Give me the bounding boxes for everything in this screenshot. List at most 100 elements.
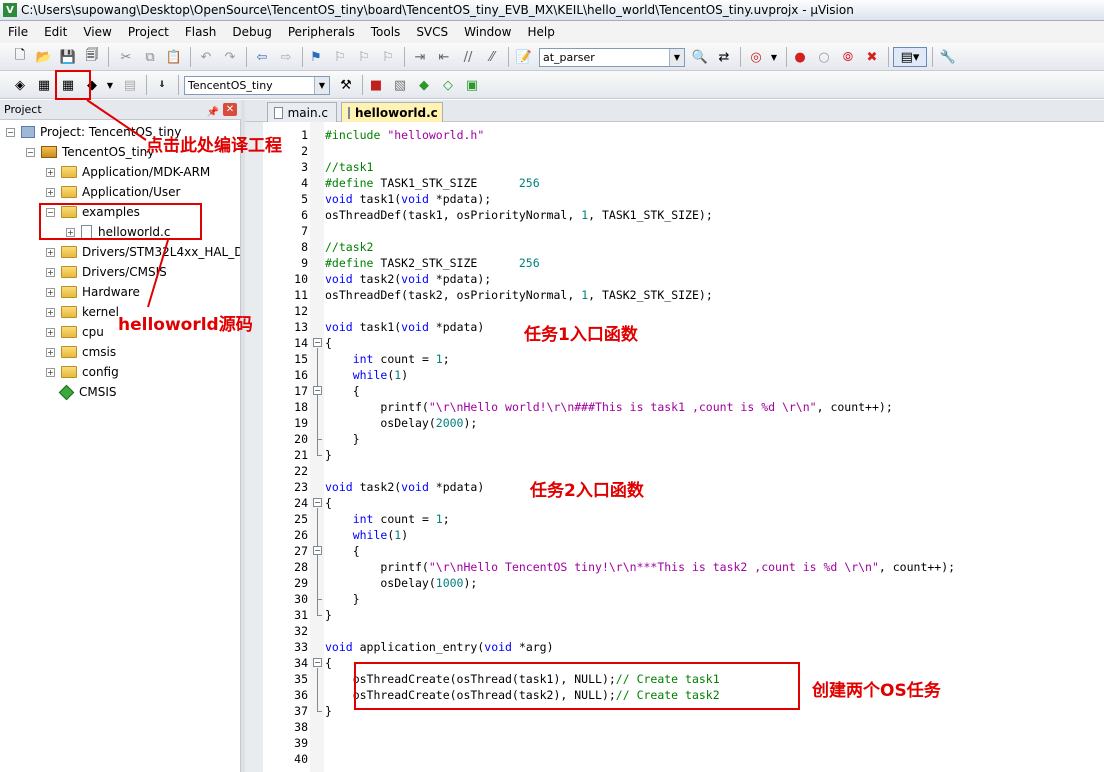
menu-peripherals[interactable]: Peripherals — [280, 25, 363, 39]
tab-main-c[interactable]: main.c — [267, 102, 337, 122]
find-in-files-icon[interactable]: 📝 — [514, 47, 534, 67]
chevron-down-icon[interactable]: ▼ — [669, 49, 684, 66]
manage-runtime-icon[interactable]: ◆ — [414, 75, 434, 95]
comment-icon[interactable]: // — [458, 47, 478, 67]
code-line[interactable]: osDelay(2000); — [325, 415, 477, 431]
tree-item[interactable]: + kernel — [46, 302, 119, 322]
select-packs-icon[interactable]: ▧ — [390, 75, 410, 95]
code-line[interactable]: //task1 — [325, 159, 373, 175]
menu-help[interactable]: Help — [519, 25, 562, 39]
code-line[interactable]: } — [325, 703, 332, 719]
expand-icon[interactable]: + — [46, 327, 55, 337]
collapse-icon[interactable]: − — [6, 127, 15, 137]
tree-item[interactable]: + config — [46, 362, 119, 382]
unindent-icon[interactable]: ⇤ — [434, 47, 454, 67]
replace-icon[interactable]: ⇄ — [714, 47, 734, 67]
code-line[interactable]: while(1) — [325, 527, 408, 543]
code-line[interactable]: osDelay(1000); — [325, 575, 477, 591]
paste-icon[interactable]: 📋 — [164, 47, 184, 67]
copy-icon[interactable]: ⧉ — [140, 47, 160, 67]
undo-icon[interactable]: ↶ — [196, 47, 216, 67]
code-line[interactable]: { — [325, 495, 332, 511]
code-line[interactable]: int count = 1; — [325, 351, 450, 367]
tree-item[interactable]: + Drivers/STM32L4xx_HAL_Driver — [46, 242, 240, 262]
tree-item[interactable]: + Drivers/CMSIS — [46, 262, 167, 282]
code-line[interactable]: void task2(void *pdata); — [325, 271, 491, 287]
expand-icon[interactable]: + — [46, 167, 55, 177]
code-line[interactable]: { — [325, 543, 360, 559]
code-line[interactable]: } — [325, 607, 332, 623]
expand-icon[interactable]: + — [46, 187, 55, 197]
code-line[interactable]: #define TASK2_STK_SIZE 256 — [325, 255, 540, 271]
fold-toggle-icon[interactable]: − — [313, 658, 322, 667]
fold-toggle-icon[interactable]: − — [313, 386, 322, 395]
expand-icon[interactable]: + — [46, 347, 55, 357]
menu-tools[interactable]: Tools — [363, 25, 409, 39]
code-line[interactable]: osThreadDef(task1, osPriorityNormal, 1, … — [325, 207, 713, 223]
code-line[interactable]: void task1(void *pdata) — [325, 319, 484, 335]
cut-icon[interactable]: ✂ — [116, 47, 136, 67]
tree-item[interactable]: − TencentOS_tiny — [26, 142, 154, 162]
redo-icon[interactable]: ↷ — [220, 47, 240, 67]
translate-icon[interactable]: ◈ — [10, 75, 30, 95]
code-line[interactable]: void task2(void *pdata) — [325, 479, 484, 495]
disable-breakpoint-icon[interactable]: ○ — [814, 47, 834, 67]
expand-icon[interactable]: + — [46, 287, 55, 297]
chevron-down-icon[interactable]: ▼ — [100, 75, 120, 95]
download-icon[interactable]: ⇓ — [152, 75, 172, 95]
expand-icon[interactable]: + — [46, 247, 55, 257]
tree-item[interactable]: + Application/User — [46, 182, 180, 202]
navigate-back-icon[interactable]: ⇦ — [252, 47, 272, 67]
tree-item[interactable]: + cmsis — [46, 342, 116, 362]
save-icon[interactable]: 💾 — [58, 47, 78, 67]
code-line[interactable]: #include "helloworld.h" — [325, 127, 484, 143]
fold-toggle-icon[interactable]: − — [313, 338, 322, 347]
pack-installer-icon[interactable]: ◇ — [438, 75, 458, 95]
code-line[interactable]: { — [325, 383, 360, 399]
debug-session-icon[interactable]: ◎ — [746, 47, 766, 67]
code-line[interactable]: { — [325, 655, 332, 671]
menu-debug[interactable]: Debug — [224, 25, 279, 39]
code-line[interactable]: } — [325, 447, 332, 463]
close-icon[interactable]: ✕ — [223, 103, 237, 116]
expand-icon[interactable]: + — [46, 367, 55, 377]
menu-flash[interactable]: Flash — [177, 25, 224, 39]
menu-svcs[interactable]: SVCS — [408, 25, 456, 39]
fold-toggle-icon[interactable]: − — [313, 546, 322, 555]
fold-toggle-icon[interactable]: − — [313, 498, 322, 507]
find-combo[interactable]: at_parser ▼ — [539, 48, 685, 67]
manage-project-items-icon[interactable]: ■ — [366, 75, 386, 95]
code-line[interactable]: osThreadDef(task2, osPriorityNormal, 1, … — [325, 287, 713, 303]
window-layout-icon[interactable]: ▤▾ — [893, 47, 927, 67]
kill-all-breakpoints-icon[interactable]: ✖ — [862, 47, 882, 67]
collapse-icon[interactable]: − — [26, 147, 35, 157]
build-icon[interactable]: ▦ — [34, 75, 54, 95]
code-line[interactable]: } — [325, 591, 360, 607]
code-line[interactable]: void task1(void *pdata); — [325, 191, 491, 207]
tab-helloworld-c[interactable]: helloworld.c — [341, 102, 443, 122]
save-all-icon[interactable]: 🗐 — [82, 47, 102, 67]
next-bookmark-icon[interactable]: ⚐ — [354, 47, 374, 67]
prev-bookmark-icon[interactable]: ⚐ — [330, 47, 350, 67]
code-line[interactable]: #define TASK1_STK_SIZE 256 — [325, 175, 540, 191]
expand-icon[interactable]: + — [46, 307, 55, 317]
find-icon[interactable]: 🔍 — [690, 47, 710, 67]
code-line[interactable]: //task2 — [325, 239, 373, 255]
clear-bookmarks-icon[interactable]: ⚐ — [378, 47, 398, 67]
expand-icon[interactable]: + — [46, 267, 55, 277]
menu-file[interactable]: File — [0, 25, 36, 39]
stop-build-icon[interactable]: ▤ — [120, 75, 140, 95]
chevron-down-icon[interactable]: ▼ — [764, 47, 784, 67]
tree-item[interactable]: CMSIS — [46, 382, 117, 402]
chevron-down-icon[interactable]: ▼ — [314, 77, 329, 94]
disable-all-breakpoints-icon[interactable]: ⦾ — [838, 47, 858, 67]
insert-breakpoint-icon[interactable]: ● — [790, 47, 810, 67]
code-line[interactable]: } — [325, 431, 360, 447]
code-line[interactable]: { — [325, 335, 332, 351]
target-options-icon[interactable]: ⚒ — [336, 75, 356, 95]
tree-item[interactable]: + Application/MDK-ARM — [46, 162, 210, 182]
target-combo[interactable]: TencentOS_tiny ▼ — [184, 76, 330, 95]
code-line[interactable]: printf("\r\nHello TencentOS tiny!\r\n***… — [325, 559, 955, 575]
menu-window[interactable]: Window — [456, 25, 519, 39]
tree-item[interactable]: + Hardware — [46, 282, 140, 302]
